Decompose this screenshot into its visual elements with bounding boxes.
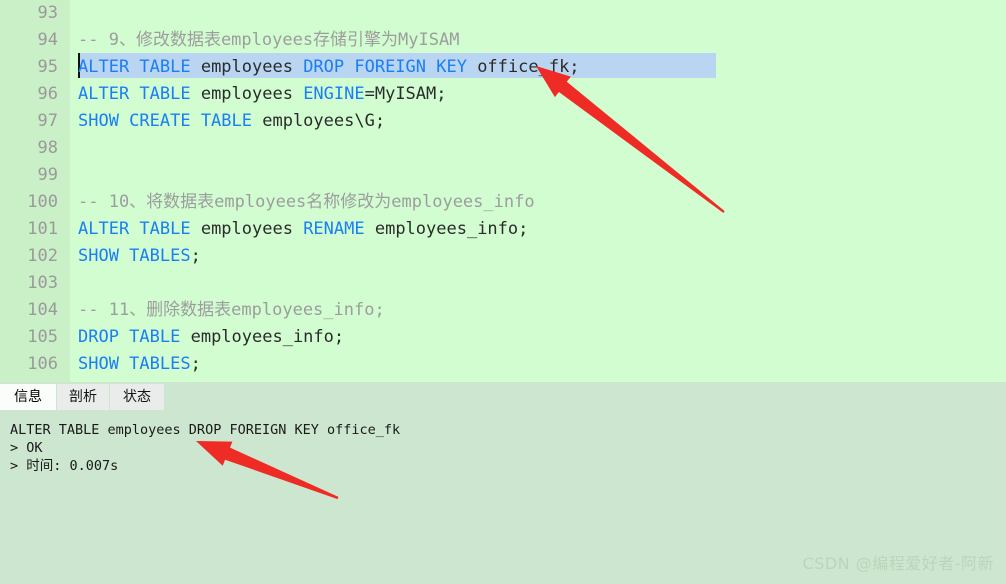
csdn-watermark: CSDN @编程爱好者-阿新 (802, 554, 994, 573)
line-number: 98 (37, 138, 58, 158)
code-line[interactable]: ALTER TABLE employees RENAME employees_i… (78, 216, 528, 243)
results-tabbar[interactable]: 信息 剖析 状态 (0, 384, 1006, 412)
line-number: 100 (27, 192, 58, 212)
code-token-keyword: ENGINE (303, 84, 365, 104)
code-token-keyword: ALTER TABLE (78, 57, 201, 77)
code-token-keyword: ALTER TABLE (78, 84, 201, 104)
console-line-status: > OK (10, 440, 43, 456)
code-line[interactable]: -- 10、将数据表employees名称修改为employees_info (78, 189, 535, 216)
line-number: 94 (37, 30, 58, 50)
code-line[interactable]: SHOW TABLES; (78, 351, 201, 378)
console-line-query: ALTER TABLE employees DROP FOREIGN KEY o… (10, 422, 401, 438)
code-line[interactable]: SHOW TABLES; (78, 243, 201, 270)
sql-editor[interactable]: 93 94 -- 9、修改数据表employees存储引擎为MyISAM 95 ALTE… (0, 0, 1006, 382)
code-token-keyword: SHOW CREATE TABLE (78, 111, 263, 131)
line-number: 99 (37, 165, 58, 185)
code-line[interactable]: ALTER TABLE employees DROP FOREIGN KEY o… (78, 54, 580, 81)
code-token-keyword: SHOW TABLES (78, 246, 191, 266)
line-number: 95 (37, 57, 58, 77)
code-token-keyword: DROP TABLE (78, 327, 191, 347)
code-token-comment: -- 10、将数据表employees名称修改为employees_info (78, 192, 535, 212)
code-line[interactable]: DROP TABLE employees_info; (78, 324, 344, 351)
code-token-keyword: SHOW TABLES (78, 354, 191, 374)
code-token-plain: employees_info; (190, 327, 345, 347)
code-token-comment: -- 9、修改数据表employees存储引擎为MyISAM (78, 30, 460, 50)
code-token-keyword: ALTER TABLE (78, 219, 201, 239)
code-token-keyword: DROP FOREIGN KEY (303, 57, 478, 77)
tab-info[interactable]: 信息 (0, 384, 56, 412)
tab-status[interactable]: 状态 (110, 384, 164, 410)
code-token-plain: employees\G; (262, 111, 386, 131)
code-token-plain: ; (190, 354, 201, 374)
line-number: 104 (27, 300, 58, 320)
line-number: 106 (27, 354, 58, 374)
line-number: 103 (27, 273, 58, 293)
code-token-comment: -- 11、删除数据表employees_info; (78, 300, 385, 320)
code-line[interactable]: ALTER TABLE employees ENGINE=MyISAM; (78, 81, 447, 108)
line-number: 105 (27, 327, 58, 347)
code-token-keyword: RENAME (303, 219, 375, 239)
console-line-time: > 时间: 0.007s (10, 458, 119, 474)
line-number: 102 (27, 246, 58, 266)
code-token-plain: employees (200, 57, 304, 77)
tab-profile[interactable]: 剖析 (57, 384, 109, 410)
line-number: 97 (37, 111, 58, 131)
code-token-plain: ; (190, 246, 201, 266)
line-number: 101 (27, 219, 58, 239)
code-line[interactable]: -- 11、删除数据表employees_info; (78, 297, 385, 324)
code-token-plain: employees (200, 84, 304, 104)
line-number: 93 (37, 3, 58, 23)
line-number: 96 (37, 84, 58, 104)
code-line[interactable]: SHOW CREATE TABLE employees\G; (78, 108, 385, 135)
code-line[interactable]: -- 9、修改数据表employees存储引擎为MyISAM (78, 27, 459, 54)
code-token-plain: =MyISAM; (364, 84, 447, 104)
code-token-plain: employees_info; (374, 219, 529, 239)
code-token-plain: office_fk; (477, 57, 580, 77)
code-token-plain: employees (200, 219, 304, 239)
